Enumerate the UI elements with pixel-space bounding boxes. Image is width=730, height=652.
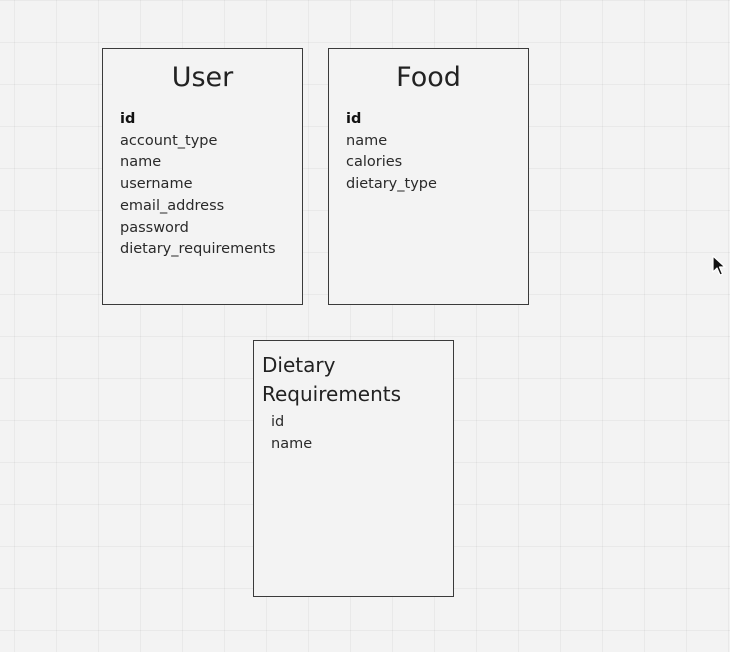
entity-food[interactable]: Food id name calories dietary_type [328, 48, 529, 305]
entity-dietary-title-line-2: Requirements [262, 382, 402, 406]
field-dietary-name: name [271, 435, 313, 452]
field-user-password: password [120, 219, 189, 236]
field-user-email-address: email_address [120, 197, 225, 214]
entity-user-title: User [171, 62, 234, 93]
entity-food-fields: id name calories dietary_type [346, 109, 437, 196]
field-user-name: name [120, 154, 162, 171]
field-user-id: id [120, 111, 136, 127]
entity-user[interactable]: User id account_type name username email… [102, 48, 303, 305]
field-dietary-id: id [271, 414, 285, 430]
entity-dietary-requirements-title: Dietary Requirements [262, 351, 432, 409]
diagram-canvas[interactable]: User id account_type name username email… [0, 0, 730, 652]
entity-dietary-title-line-1: Dietary [262, 353, 336, 377]
entity-user-fields: id account_type name username email_addr… [120, 109, 276, 261]
entity-food-title: Food [396, 62, 461, 93]
field-user-account-type: account_type [120, 132, 218, 149]
mouse-pointer-icon [712, 255, 726, 276]
field-user-username: username [120, 176, 193, 193]
field-user-dietary-requirements: dietary_requirements [120, 241, 276, 258]
entity-dietary-requirements-fields: id name [271, 412, 312, 455]
field-food-calories: calories [346, 154, 403, 171]
field-food-name: name [346, 132, 388, 149]
field-food-dietary-type: dietary_type [346, 176, 437, 193]
field-food-id: id [346, 111, 362, 127]
entity-dietary-requirements[interactable]: Dietary Requirements id name [253, 340, 454, 597]
